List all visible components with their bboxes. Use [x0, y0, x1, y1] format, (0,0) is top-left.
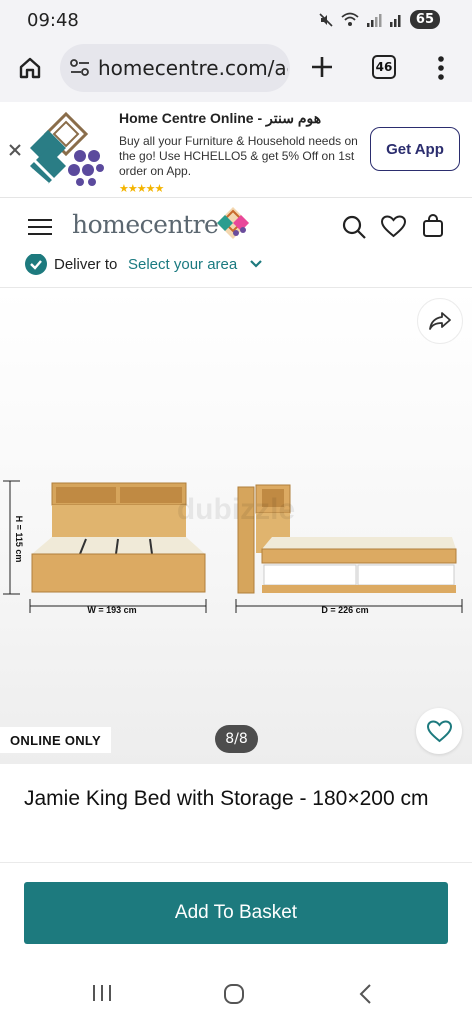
logo-mark-icon: [217, 207, 249, 239]
height-dimension-label: H = 115 cm: [14, 516, 24, 563]
system-navigation-bar: [0, 964, 472, 1024]
status-icons: 65: [318, 10, 440, 29]
online-only-badge: ONLINE ONLY: [0, 727, 111, 753]
product-image-gallery[interactable]: H = 115 cm W = 193 cm D = 226 cm dubizzl…: [0, 289, 472, 764]
site-settings-icon[interactable]: [70, 59, 90, 77]
banner-title: Home Centre Online - هوم سنتر: [119, 110, 322, 126]
site-header: homecentre: [0, 198, 472, 260]
heart-icon: [426, 719, 452, 742]
watermark-text: dubizzle: [177, 493, 295, 526]
status-bar: 09:48 65: [0, 0, 472, 40]
search-icon[interactable]: [342, 215, 366, 239]
wifi-icon: [341, 12, 359, 26]
back-icon[interactable]: [358, 983, 372, 1005]
home-nav-icon[interactable]: [223, 983, 245, 1005]
chevron-down-icon[interactable]: [250, 260, 262, 268]
add-to-basket-button[interactable]: Add To Basket: [24, 882, 448, 944]
rating-stars: ★★★★★: [119, 183, 164, 195]
new-tab-icon[interactable]: [310, 55, 334, 79]
hamburger-menu-icon[interactable]: [28, 218, 52, 236]
product-dimension-image: H = 115 cm W = 193 cm D = 226 cm dubizzl…: [3, 480, 463, 615]
close-icon[interactable]: [8, 143, 22, 157]
share-icon: [429, 312, 451, 330]
tab-switcher-button[interactable]: 46: [372, 55, 396, 79]
divider: [0, 862, 472, 863]
product-title: Jamie King Bed with Storage - 180×200 cm: [24, 787, 429, 810]
home-icon[interactable]: [18, 56, 42, 80]
more-menu-icon[interactable]: [436, 55, 446, 81]
battery-indicator: 65: [409, 10, 440, 29]
address-bar[interactable]: homecentre.com/ae/: [60, 44, 290, 92]
deliver-to-label: Deliver to: [54, 256, 118, 273]
banner-description: Buy all your Furniture & Household needs…: [119, 134, 358, 178]
status-time: 09:48: [27, 10, 79, 31]
add-to-wishlist-button[interactable]: [416, 708, 462, 754]
depth-dimension-label: D = 226 cm: [321, 605, 368, 615]
signal-2-icon: [389, 14, 401, 27]
get-app-button[interactable]: Get App: [370, 127, 460, 171]
site-logo[interactable]: homecentre: [72, 210, 219, 239]
browser-toolbar: homecentre.com/ae/ 46: [0, 40, 472, 102]
url-text[interactable]: homecentre.com/ae/: [98, 56, 288, 80]
mute-icon: [319, 12, 333, 27]
share-button[interactable]: [417, 298, 463, 344]
wishlist-heart-icon[interactable]: [381, 215, 406, 238]
recent-apps-icon[interactable]: [91, 983, 113, 1003]
shopping-bag-icon[interactable]: [422, 214, 444, 238]
select-area-link[interactable]: Select your area: [128, 256, 237, 273]
app-logo-icon: [30, 110, 104, 186]
location-check-icon: [25, 254, 47, 275]
signal-icon: [366, 13, 382, 27]
app-install-banner: Home Centre Online - هوم سنتر Buy all yo…: [0, 102, 472, 198]
delivery-location-bar[interactable]: Deliver to Select your area: [0, 252, 472, 288]
screen: 09:48 65 homecentre.com/ae/ 46 Home Cent…: [0, 0, 472, 1024]
image-counter: 8/8: [215, 725, 258, 753]
width-dimension-label: W = 193 cm: [87, 605, 136, 615]
